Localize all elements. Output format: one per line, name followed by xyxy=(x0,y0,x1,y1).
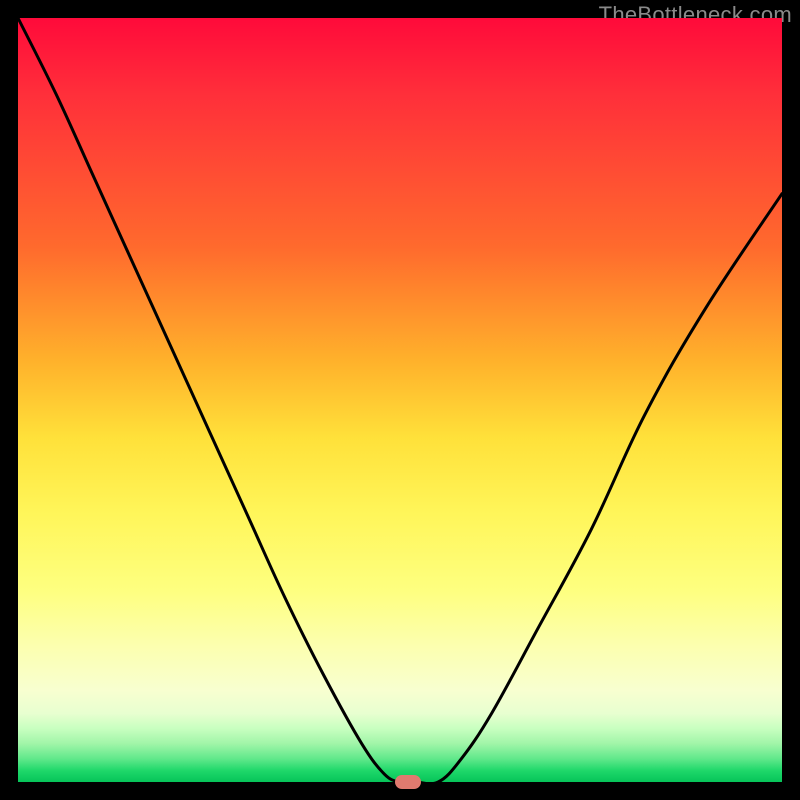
plot-area xyxy=(18,18,782,782)
chart-frame: TheBottleneck.com xyxy=(0,0,800,800)
minimum-marker xyxy=(395,775,421,789)
bottleneck-curve xyxy=(18,18,782,784)
curve-svg xyxy=(18,18,782,782)
